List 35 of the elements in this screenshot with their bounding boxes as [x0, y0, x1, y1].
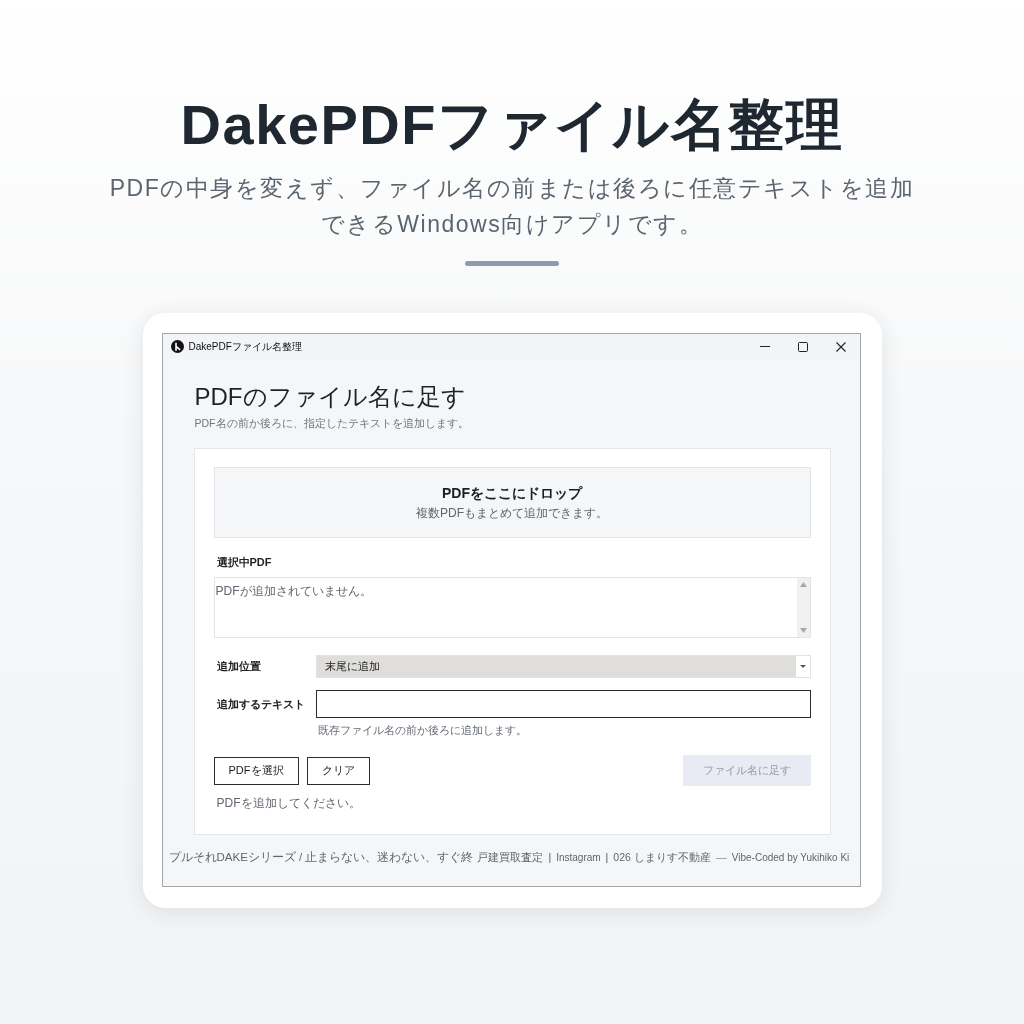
file-list[interactable]: PDFが追加されていません。: [213, 577, 811, 638]
status-message: PDFを追加してください。: [216, 796, 362, 811]
app-heading: PDFのファイル名に足す: [194, 382, 467, 412]
footer-link[interactable]: 026 しまりす不動産: [613, 850, 711, 865]
page-subtitle: PDFの中身を変えず、ファイル名の前または後ろに任意テキストを追加 できるWindows向けアプリです。: [108, 174, 916, 239]
footer-separator: |: [548, 850, 552, 865]
text-input[interactable]: [315, 690, 811, 718]
field-label: 追加するテキスト: [215, 696, 306, 712]
footer-link[interactable]: Instagram: [556, 850, 601, 865]
app-logo-icon: [170, 340, 184, 353]
footer-separator: |: [605, 850, 609, 865]
select-pdf-button[interactable]: PDFを選択: [213, 756, 299, 785]
drop-zone-title: PDFをここにドロップ: [442, 484, 582, 502]
window-title: DakePDFファイル名整理: [188, 340, 302, 354]
scroll-up-arrow-icon[interactable]: [799, 582, 807, 587]
clear-button[interactable]: クリア: [306, 756, 370, 785]
scrollbar[interactable]: [796, 578, 810, 637]
selected-pdf-label: 選択中PDF: [216, 555, 273, 570]
scroll-down-arrow-icon[interactable]: [799, 628, 807, 633]
app-subheading: PDF名の前か後ろに、指定したテキストを追加します。: [194, 416, 470, 431]
footer-dash: —: [715, 850, 727, 865]
footer-link[interactable]: 戸建買取査定: [477, 850, 544, 865]
drop-zone-hint: 複数PDFもまとめて追加できます。: [416, 506, 608, 521]
close-icon: [835, 341, 846, 352]
empty-list-message: PDFが追加されていません。: [214, 584, 372, 598]
page-title: DakePDFファイル名整理: [179, 92, 845, 158]
minimize-icon: [759, 346, 770, 347]
position-select[interactable]: 末尾に追加: [315, 655, 811, 678]
footer-text: プルそれDAKEシリーズ / 止まらない、迷わない、すぐ終: [168, 850, 474, 865]
footer-text: Vibe-Coded by Yukihiko Ki: [731, 851, 850, 865]
drop-zone[interactable]: PDFをここにドロップ 複数PDFもまとめて追加できます。: [213, 467, 811, 538]
caret-icon[interactable]: [795, 656, 810, 677]
maximize-icon: [797, 341, 808, 352]
field-hint: 既存ファイル名の前か後ろに追加します。: [317, 723, 528, 737]
field-label: 追加位置: [215, 659, 262, 675]
